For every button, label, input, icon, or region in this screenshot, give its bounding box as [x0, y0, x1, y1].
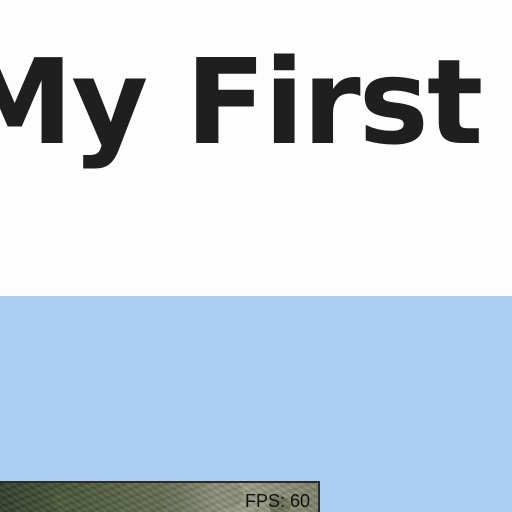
page-header: My First Pr [0, 0, 512, 296]
sky-panel [0, 296, 512, 512]
game-viewport[interactable]: FPS: 60 [0, 481, 320, 512]
fps-counter: FPS: 60 [244, 491, 310, 511]
page-title: My First Pr [0, 33, 512, 171]
page: My First Pr FPS: 60 [0, 0, 512, 512]
